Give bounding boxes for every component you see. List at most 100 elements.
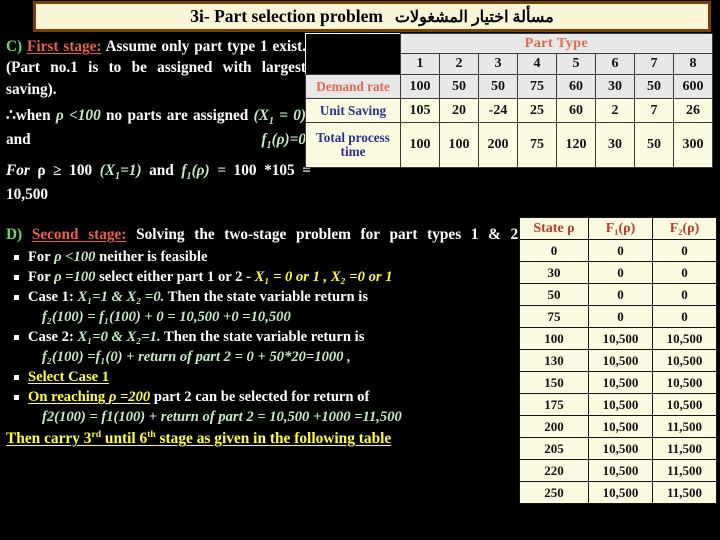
f2-value: 0 [652,239,717,262]
bullet-6-math: ρ =200 [108,389,151,406]
part-type-table: Part Type 1 2 3 4 5 6 7 8 Demand rate 10… [305,33,713,168]
unit-saving-8: 26 [673,98,713,123]
state-rho-value: 220 [519,459,589,482]
demand-rate-6: 30 [595,74,635,99]
total-process-time-2: 100 [439,122,479,168]
list-item: Select Case 1 [14,368,522,387]
section-d-paragraph: D) Second stage: Solving the two-stage p… [6,224,522,245]
f1-value: 0 [588,261,653,284]
section-d-heading: Second stage: [31,226,127,244]
state-rho-value: 30 [519,261,589,284]
total-process-time-7: 50 [634,122,674,168]
demand-rate-7: 50 [634,74,674,99]
demand-rate-1: 100 [400,74,440,99]
bullet-2-pre: For [28,268,55,285]
col-header-6: 6 [595,53,635,75]
demand-rate-3: 50 [478,74,518,99]
f2-value: 10,500 [652,393,717,416]
table-row: 205 10,500 11,500 [519,437,717,460]
state-rho-value: 205 [519,437,589,460]
footer-text-b: until 6 [101,430,148,448]
col-header-1: 1 [400,53,440,75]
unit-saving-1: 105 [400,98,440,123]
state-col-header-f2: F₂(ρ) [652,217,717,240]
row-label-unit-saving: Unit Saving [305,98,401,123]
bullet-4-post: Then the state variable return is [160,329,365,346]
bullet-3-equation: f₂(100) = f₁(100) + 0 = 10,500 +0 =10,50… [42,308,291,325]
footer-text-c: stage as given in the following table [155,430,392,448]
f1-rho-zero-math: f1(ρ)=0 [261,131,306,152]
bullet-4-math: X₁=0 & X₂=1. [77,329,161,346]
section-c-heading: First stage: [27,38,102,55]
total-process-time-1: 100 [400,122,440,168]
col-header-5: 5 [556,53,596,75]
unit-saving-4: 25 [517,98,557,123]
table-row: 130 10,500 10,500 [519,349,717,372]
table-row: Total process time 100 100 200 75 120 30… [305,122,713,168]
table-row-column-numbers: 1 2 3 4 5 6 7 8 [305,53,713,75]
f1-rho-math: f1(ρ) = [181,161,226,182]
rho-ge-100: ρ ≥ 100 [29,161,100,179]
bullet-2-highlight: X₁ = 0 or 1 , X₂ =0 or 1 [254,268,393,285]
total-process-time-8: 300 [673,122,713,168]
slide-title-inner: 3i- Part selection problem مسألة اختيار … [190,6,553,27]
x1-one-math: (X1=1) [99,161,142,182]
total-process-time-4: 75 [517,122,557,168]
slide-title-bar: 3i- Part selection problem مسألة اختيار … [33,1,711,32]
col-header-3: 3 [478,53,518,75]
x1-zero-math: (X1 = 0) [253,107,306,128]
state-col-header-rho: State ρ [519,217,589,240]
state-table-head: State ρ F₁(ρ) F₂(ρ) [519,217,717,240]
f1-value: 10,500 [588,327,653,350]
demand-rate-8: 600 [673,74,713,99]
section-c-line2: ∴when ρ <100 no parts are assigned (X1 =… [6,105,306,153]
bullet-4-equation: f₂(100) =f₁(0) + return of part 2 = 0 + … [42,348,351,365]
table-row: 200 10,500 11,500 [519,415,717,438]
bullet-3-post: Then the state variable return is [164,289,369,306]
demand-rate-5: 60 [556,74,596,99]
bullet-square-icon [14,335,19,341]
f1-value: 10,500 [588,349,653,372]
state-rho-value: 130 [519,349,589,372]
footer-sup-th: th [147,429,156,441]
footer-text-a: Then carry 3 [6,430,92,448]
f2-value: 11,500 [652,415,717,438]
row-label-demand-rate: Demand rate [305,74,401,99]
f2-value: 10,500 [652,371,717,394]
bullet-square-icon [14,295,19,301]
f1-value: 10,500 [588,371,653,394]
state-rho-value: 200 [519,415,589,438]
f1-value: 0 [588,283,653,306]
state-rho-value: 100 [519,327,589,350]
bullet-6-on-reaching: On reaching [28,389,109,406]
table-row: 75 0 0 [519,305,717,328]
footer-sup-rd: rd [91,429,102,441]
section-c-marker: C) [6,38,23,55]
f2-value: 0 [652,283,717,306]
bullet-1-post: neither is feasible [95,248,208,265]
table-corner-cell-2 [305,53,401,75]
total-process-time-5: 120 [556,122,596,168]
state-rho-value: 150 [519,371,589,394]
unit-saving-3: -24 [478,98,518,123]
unit-saving-7: 7 [634,98,674,123]
state-value-table: State ρ F₁(ρ) F₂(ρ) 0 0 0 30 0 0 50 0 0 75 0 0 100 10… [519,217,717,504]
list-item: On reaching ρ =200 part 2 can be selecte… [14,388,522,427]
f1-value: 10,500 [588,459,653,482]
slide-title-english: 3i- Part selection problem [190,6,383,26]
bullet-3-math: X₁=1 & X₂ =0. [77,289,165,306]
table-corner-cell [305,33,401,54]
f2-value: 0 [652,305,717,328]
bullet-4-pre: Case 2: [28,329,78,346]
f1-value: 10,500 [588,437,653,460]
total-process-time-6: 30 [595,122,635,168]
state-rho-value: 75 [519,305,589,328]
unit-saving-5: 60 [556,98,596,123]
f2-value: 10,500 [652,349,717,372]
col-header-2: 2 [439,53,479,75]
f2-value: 10,500 [652,327,717,350]
col-header-8: 8 [673,53,713,75]
and-text-2: and [141,161,182,179]
bullet-square-icon [14,274,19,280]
bullet-square-icon [14,254,19,260]
